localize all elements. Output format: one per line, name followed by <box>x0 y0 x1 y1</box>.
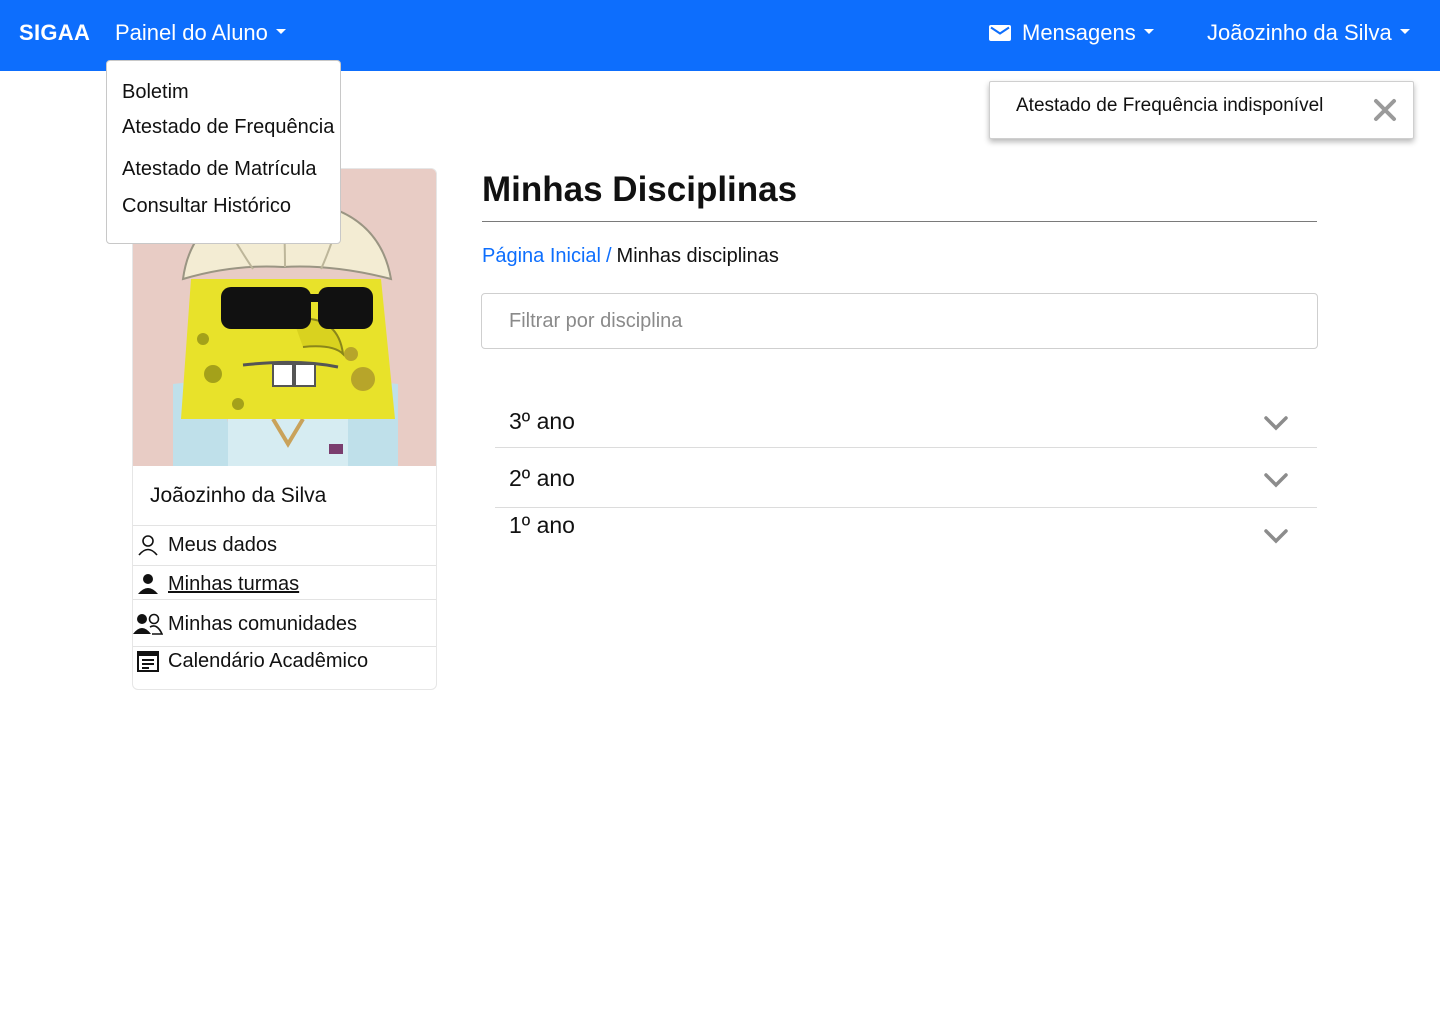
breadcrumb-current: Minhas disciplinas <box>616 245 779 267</box>
dropdown-item-consultar-historico[interactable]: Consultar Histórico <box>122 195 291 218</box>
page-title: Minhas Disciplinas <box>482 170 798 209</box>
painel-label: Painel do Aluno <box>115 20 268 45</box>
breadcrumb-separator: / <box>605 245 612 267</box>
accordion-item-3-ano[interactable]: 3º ano <box>495 395 1317 449</box>
accordion-divider <box>495 447 1317 448</box>
accordion-item-1-ano[interactable]: 1º ano <box>495 508 1317 558</box>
divider <box>133 565 436 566</box>
mensagens-dropdown[interactable]: Mensagens <box>989 20 1154 46</box>
dropdown-item-atestado-frequencia[interactable]: Atestado de Frequência <box>122 116 334 139</box>
accordion-label: 3º ano <box>509 408 575 434</box>
toast-message: Atestado de Frequência indisponível <box>1016 95 1324 116</box>
caret-down-icon <box>1399 28 1410 34</box>
error-toast: Atestado de Frequência indisponível <box>989 81 1414 139</box>
menu-label: Minhas comunidades <box>168 612 357 635</box>
menu-label: Calendário Acadêmico <box>168 649 369 672</box>
chevron-down-icon <box>1264 529 1288 544</box>
people-icon <box>133 611 163 637</box>
calendar-icon <box>133 648 163 674</box>
caret-down-icon <box>275 28 286 34</box>
user-name-label: Joãozinho da Silva <box>1207 20 1392 45</box>
breadcrumb-home-link[interactable]: Página Inicial <box>482 245 601 267</box>
dropdown-item-atestado-matricula[interactable]: Atestado de Matrícula <box>122 158 317 181</box>
painel-dropdown-menu: Boletim Atestado de Frequência Atestado … <box>106 60 341 244</box>
mensagens-label: Mensagens <box>1022 20 1136 45</box>
accordion-label: 2º ano <box>509 465 575 491</box>
chevron-down-icon <box>1264 416 1288 431</box>
profile-name: Joãozinho da Silva <box>150 484 327 507</box>
divider <box>133 599 436 600</box>
mail-icon <box>989 25 1011 41</box>
accordion-label: 1º ano <box>509 512 575 538</box>
dropdown-item-boletim[interactable]: Boletim <box>122 81 189 104</box>
menu-calendario-academico[interactable]: Calendário Acadêmico <box>133 646 368 676</box>
profile-card: Joãozinho da Silva Meus dados Minhas tur… <box>132 168 437 690</box>
person-outline-icon <box>133 532 163 558</box>
menu-minhas-turmas[interactable]: Minhas turmas <box>133 569 299 599</box>
person-filled-icon <box>133 571 163 597</box>
menu-label: Meus dados <box>168 533 277 556</box>
menu-label: Minhas turmas <box>168 572 300 595</box>
close-icon[interactable] <box>1372 97 1398 123</box>
chevron-down-icon <box>1264 473 1288 488</box>
filter-discipline-input[interactable] <box>481 293 1318 349</box>
title-divider <box>482 221 1317 222</box>
menu-meus-dados[interactable]: Meus dados <box>133 530 277 560</box>
accordion-item-2-ano[interactable]: 2º ano <box>495 452 1317 508</box>
menu-minhas-comunidades[interactable]: Minhas comunidades <box>133 609 357 639</box>
brand-logo[interactable]: SIGAA <box>19 20 90 46</box>
divider <box>133 525 436 526</box>
breadcrumb: Página Inicial / Minhas disciplinas <box>482 245 779 268</box>
caret-down-icon <box>1143 28 1154 34</box>
user-menu-dropdown[interactable]: Joãozinho da Silva <box>1207 20 1410 46</box>
painel-do-aluno-dropdown[interactable]: Painel do Aluno <box>115 20 286 46</box>
